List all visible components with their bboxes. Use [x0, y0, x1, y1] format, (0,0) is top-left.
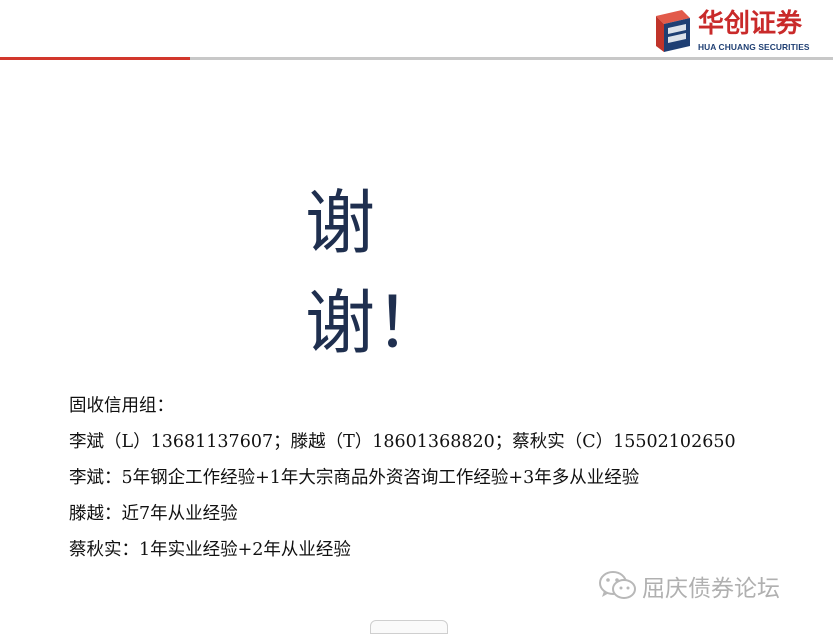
bio-li-bin: 李斌：5年钢企工作经验+1年大宗商品外资咨询工作经验+3年多从业经验 — [69, 468, 640, 488]
company-logo: 华创证券 HUA CHUANG SECURITIES — [652, 6, 828, 54]
logo-name-en: HUA CHUANG SECURITIES — [698, 42, 810, 52]
logo-mark-icon — [656, 10, 690, 52]
watermark-text: 屈庆债券论坛 — [642, 576, 780, 602]
bottom-tab — [370, 620, 448, 634]
slide-header: 华创证券 HUA CHUANG SECURITIES — [0, 0, 833, 62]
header-rule-red — [0, 57, 190, 60]
bio-teng-yue: 滕越：近7年从业经验 — [69, 504, 238, 524]
team-contacts: 固收信用组： 李斌（L）13681137607；滕越（T）18601368820… — [69, 388, 809, 568]
wechat-icon — [599, 571, 636, 599]
team-title: 固收信用组： — [69, 396, 174, 416]
thanks-line-2: 谢！ — [305, 282, 445, 364]
contact-phones: 李斌（L）13681137607；滕越（T）18601368820；蔡秋实（C）… — [69, 432, 736, 452]
thanks-line-1: 谢 — [305, 182, 375, 264]
wechat-watermark: 屈庆债券论坛 — [598, 566, 780, 606]
logo-name-cn: 华创证券 — [698, 9, 803, 39]
header-rule-gray — [190, 57, 833, 60]
bio-cai-qiushi: 蔡秋实：1年实业经验+2年从业经验 — [69, 540, 351, 560]
